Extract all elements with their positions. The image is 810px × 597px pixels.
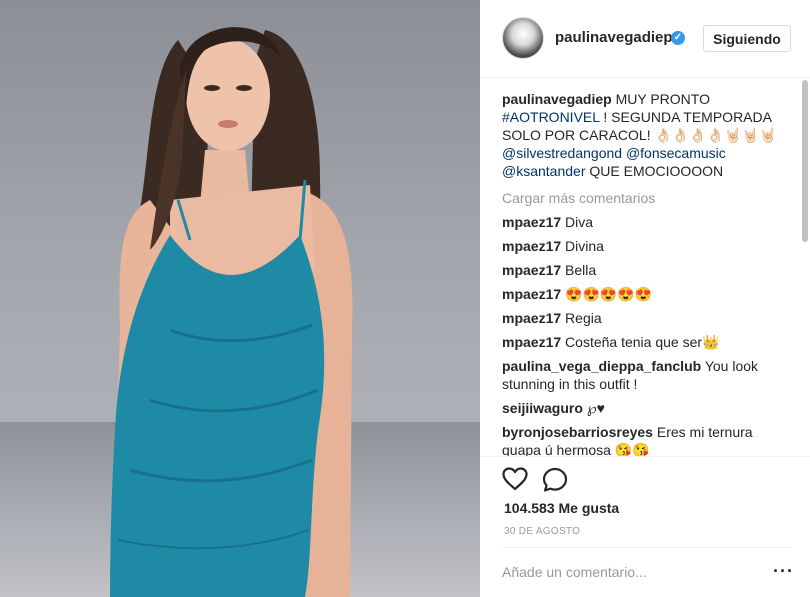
comment-username[interactable]: mpaez17 [502,262,561,278]
comment-item: mpaez17 Costeña tenia que ser👑 [502,333,792,351]
mention-link[interactable]: @ksantander [502,163,585,179]
post-header: paulinavegadiep ✓ Siguiendo [480,0,810,78]
comment-item: mpaez17 Bella [502,261,792,279]
header-username[interactable]: paulinavegadiep [555,29,673,46]
heart-icon[interactable] [502,467,528,491]
comments-scrollbar[interactable] [802,80,808,242]
post-sidebar: paulinavegadiep ✓ Siguiendo paulinavegad… [480,0,810,597]
caption-text: MUY PRONTO [615,91,710,107]
comment-item: paulina_vega_dieppa_fanclub You look stu… [502,357,792,393]
caption-text: QUE EMOCIOOOON [589,163,724,179]
comment-box-divider [502,547,792,548]
comment-text: ℘♥ [586,400,605,416]
post-photo[interactable] [0,0,480,597]
comment-item: mpaez17 Regia [502,309,792,327]
comment-username[interactable]: seijiiwaguro [502,400,583,416]
comment-text: Costeña tenia que ser👑 [565,334,720,350]
avatar[interactable] [502,17,544,59]
comment-text: Regia [565,310,602,326]
comment-item: mpaez17 Divina [502,237,792,255]
post-date: 30 DE AGOSTO [504,526,581,537]
comment-text: Diva [565,214,594,230]
comment-text: Bella [565,262,597,278]
comment-text: 😍😍😍😍😍 [565,286,653,302]
comment-username[interactable]: mpaez17 [502,214,561,230]
mention-link[interactable]: @fonsecamusic [626,145,726,161]
mention-link[interactable]: @silvestredangond [502,145,622,161]
hashtag-link[interactable]: #AOTRONIVEL [502,109,600,125]
comment-username[interactable]: mpaez17 [502,310,561,326]
comment-item: seijiiwaguro ℘♥ [502,399,792,417]
comments-section: paulinavegadiep MUY PRONTO #AOTRONIVEL !… [502,90,792,456]
load-more-comments-link[interactable]: Cargar más comentarios [502,189,792,207]
comment-item: mpaez17 Diva [502,213,792,231]
post-caption: paulinavegadiep MUY PRONTO #AOTRONIVEL !… [502,90,792,180]
following-button[interactable]: Siguiendo [703,25,791,52]
verified-icon: ✓ [671,31,685,45]
actions-divider [480,456,810,457]
comment-item: byronjosebarriosreyes Eres mi ternura gu… [502,423,792,456]
add-comment-input[interactable] [502,559,752,585]
more-options-icon[interactable]: ··· [773,562,794,580]
caption-username[interactable]: paulinavegadiep [502,91,612,107]
photo-figure [110,27,353,597]
comment-icon[interactable] [542,467,568,493]
comment-username[interactable]: mpaez17 [502,286,561,302]
comment-username[interactable]: byronjosebarriosreyes [502,424,653,440]
likes-count[interactable]: 104.583 Me gusta [504,500,619,516]
comment-text: Divina [565,238,604,254]
comment-username[interactable]: mpaez17 [502,238,561,254]
comment-username[interactable]: paulina_vega_dieppa_fanclub [502,358,701,374]
comment-username[interactable]: mpaez17 [502,334,561,350]
comment-item: mpaez17 😍😍😍😍😍 [502,285,792,303]
